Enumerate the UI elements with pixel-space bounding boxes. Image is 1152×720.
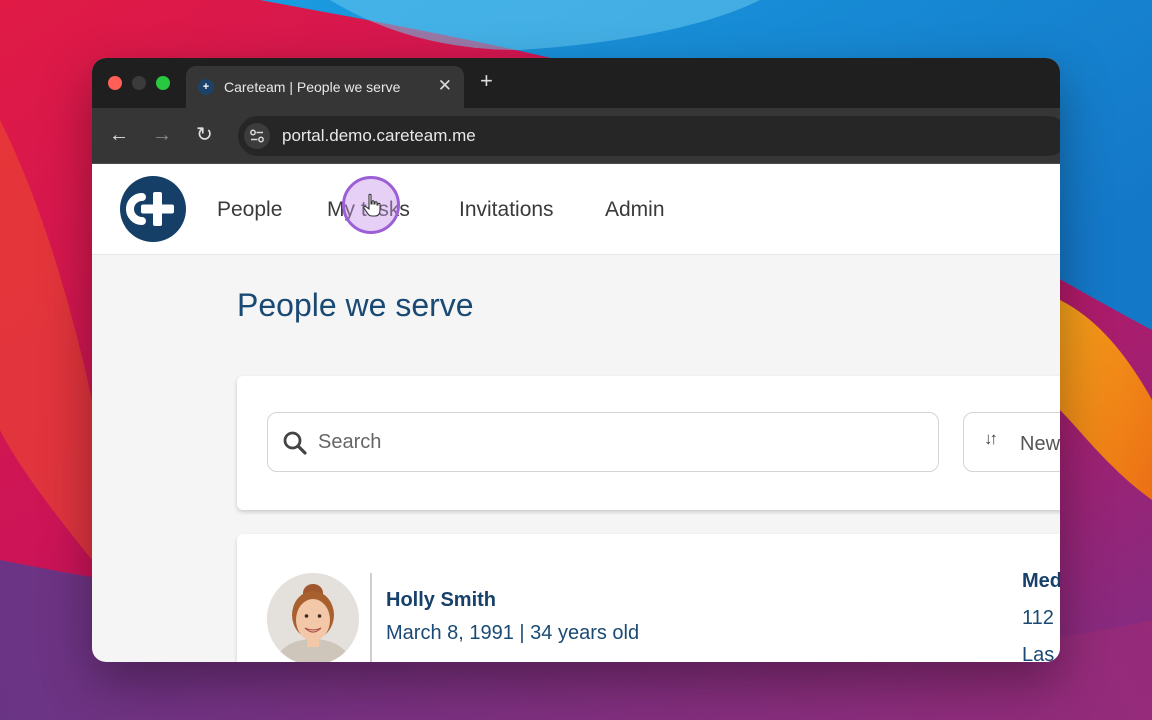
search-card: ↓↑ New (237, 376, 1060, 510)
person-dob-age: March 8, 1991 | 34 years old (386, 622, 640, 644)
window-maximize-button[interactable] (156, 76, 170, 90)
page-title: People we serve (237, 287, 474, 323)
address-bar[interactable]: portal.demo.careteam.me (238, 116, 1060, 156)
sort-arrows-icon: ↓↑ (984, 429, 998, 448)
nav-invitations[interactable]: Invitations (459, 198, 554, 222)
person-side-line: Las (1022, 644, 1055, 662)
site-settings-icon[interactable] (244, 123, 270, 149)
browser-tab-active[interactable]: + Careteam | People we serve ✕ (186, 66, 464, 108)
person-card[interactable]: Holly Smith March 8, 1991 | 34 years old… (237, 534, 1060, 662)
avatar (267, 573, 359, 662)
cursor-highlight (342, 176, 400, 234)
person-name[interactable]: Holly Smith (386, 589, 496, 612)
forward-button[interactable]: → (152, 124, 172, 146)
tab-bar: + Careteam | People we serve ✕ + (92, 58, 1060, 108)
tab-close-icon[interactable]: ✕ (438, 76, 452, 96)
card-divider (370, 573, 372, 662)
sort-label: New (1020, 433, 1060, 455)
nav-people[interactable]: People (217, 198, 282, 222)
search-box[interactable] (267, 412, 939, 472)
person-side-line: 112 (1022, 607, 1054, 629)
reload-button[interactable]: ↻ (196, 124, 213, 146)
browser-window: + Careteam | People we serve ✕ + ← → ↻ p… (92, 58, 1060, 662)
new-tab-button[interactable]: + (480, 68, 493, 94)
browser-toolbar: ← → ↻ portal.demo.careteam.me (92, 108, 1060, 164)
nav-admin[interactable]: Admin (605, 198, 665, 222)
person-side-heading: Med (1022, 570, 1060, 592)
tab-title: Careteam | People we serve (224, 79, 401, 95)
url-text[interactable]: portal.demo.careteam.me (282, 126, 476, 146)
sort-button[interactable]: ↓↑ New (963, 412, 1060, 472)
window-minimize-button[interactable] (132, 76, 146, 90)
window-close-button[interactable] (108, 76, 122, 90)
back-button[interactable]: ← (109, 124, 129, 146)
hand-pointer-icon (363, 193, 381, 217)
search-input[interactable] (316, 430, 880, 455)
app-header: People My tasks Invitations Admin (92, 164, 1060, 255)
careteam-favicon-icon: + (198, 79, 214, 95)
search-icon (283, 431, 307, 455)
careteam-logo-icon[interactable] (120, 176, 186, 242)
